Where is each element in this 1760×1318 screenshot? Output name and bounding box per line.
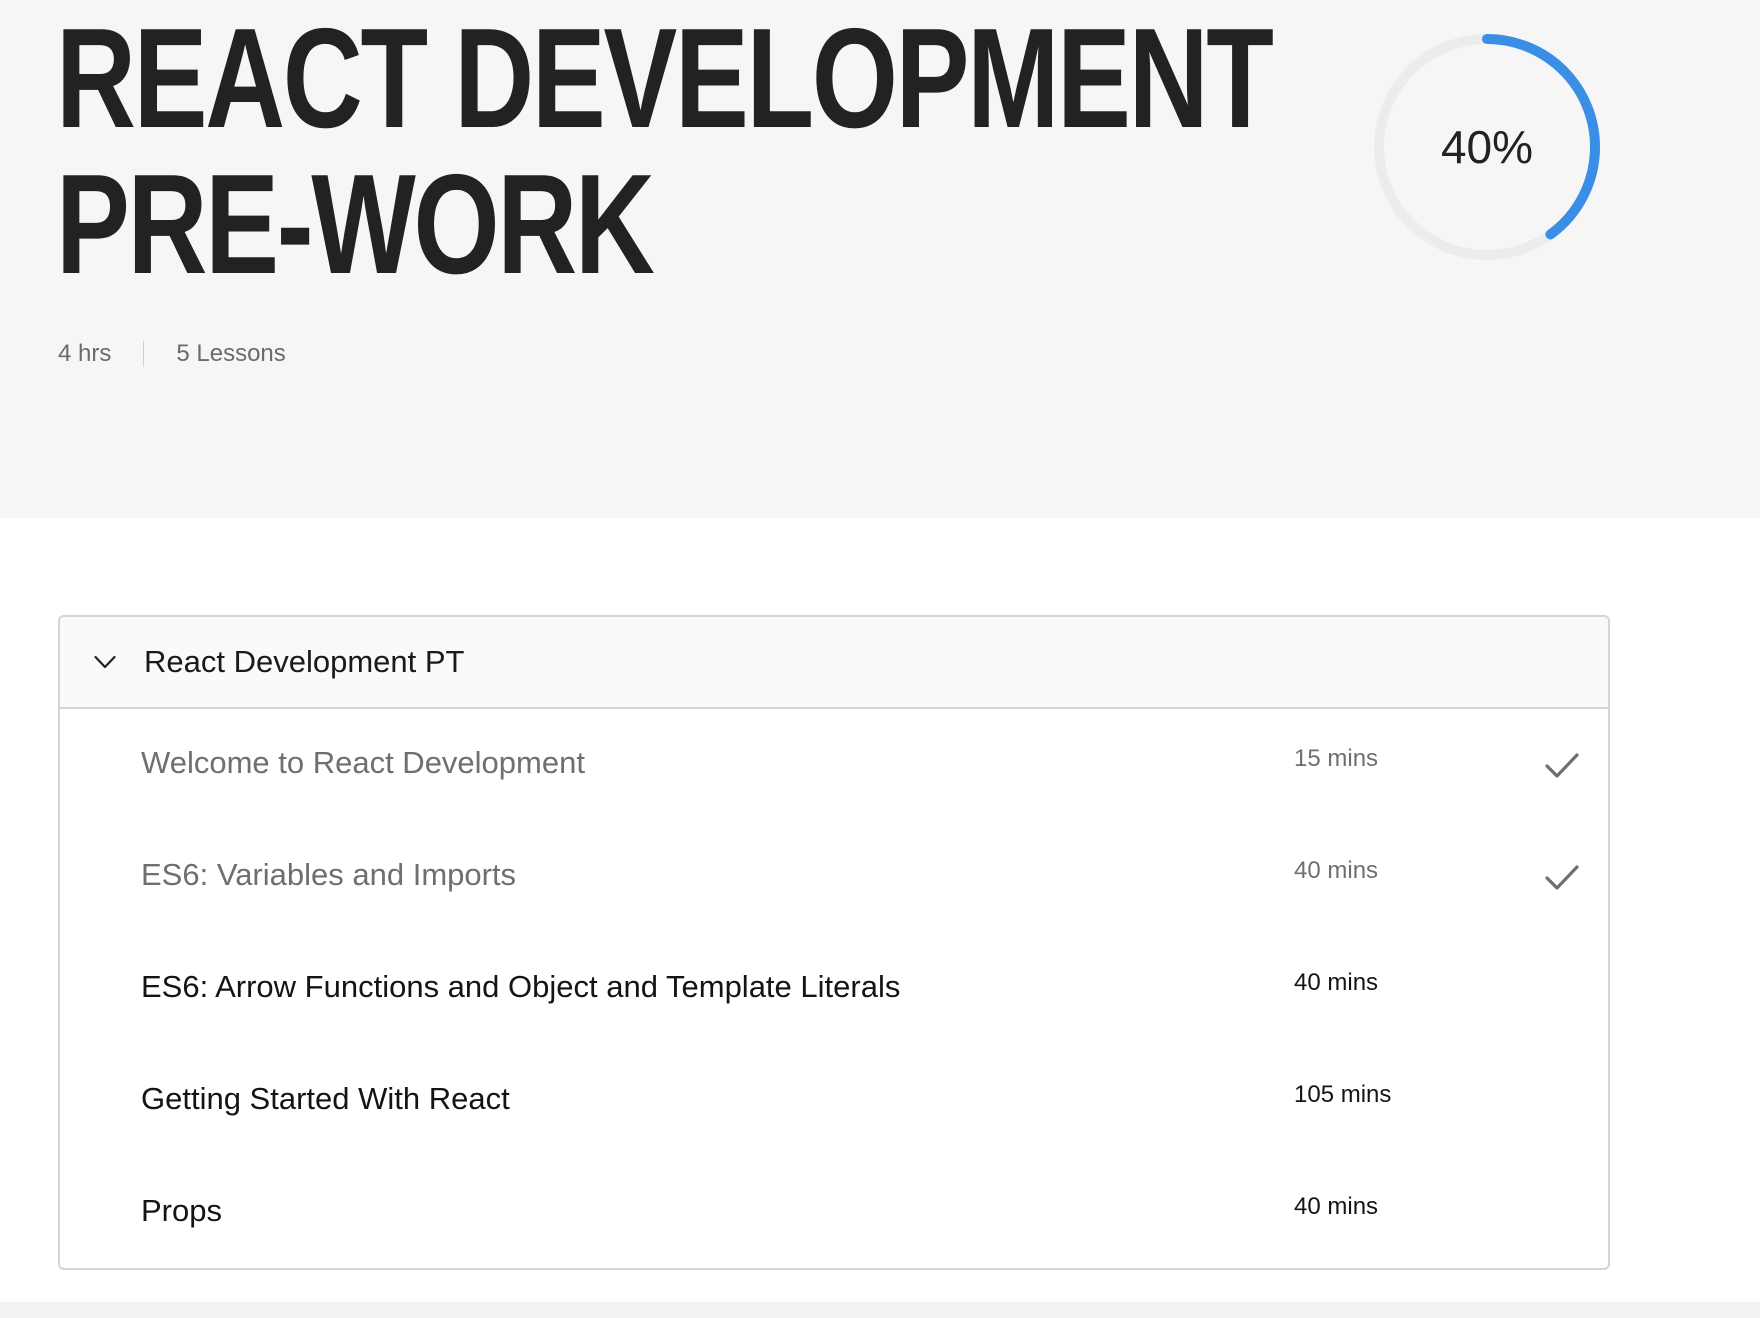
lesson-title[interactable]: ES6: Arrow Functions and Object and Temp…: [141, 969, 900, 1005]
course-meta: 4 hrs 5 Lessons: [58, 340, 286, 368]
course-title-line-1: REACT DEVELOPMENT: [56, 0, 1274, 158]
module-title: React Development PT: [144, 644, 465, 679]
lesson-row[interactable]: ES6: Variables and Imports 40 mins: [60, 821, 1608, 933]
lesson-duration: 40 mins: [1294, 1193, 1379, 1220]
lesson-row[interactable]: Welcome to React Development 15 mins: [60, 709, 1608, 821]
checkmark-icon: [1544, 751, 1580, 781]
lesson-row[interactable]: ES6: Arrow Functions and Object and Temp…: [60, 933, 1608, 1045]
course-lesson-count: 5 Lessons: [176, 340, 286, 367]
course-duration: 4 hrs: [58, 340, 112, 367]
progress-percent: 40%: [1440, 121, 1534, 173]
chevron-down-icon-graphic: [94, 655, 116, 669]
course-title-line-2: PRE-WORK: [56, 145, 655, 304]
checkmark-icon: [1544, 863, 1580, 893]
lesson-title[interactable]: Welcome to React Development: [141, 745, 585, 781]
chevron-down-icon[interactable]: [94, 651, 116, 673]
course-title: REACT DEVELOPMENT PRE-WORK: [56, 0, 1274, 304]
lesson-list: Welcome to React Development 15 mins ES6: …: [60, 709, 1608, 1268]
lesson-row[interactable]: Props 40 mins: [60, 1157, 1608, 1268]
page-footer-edge: [0, 1302, 1760, 1318]
module-panel: React Development PT Welcome to React De…: [58, 615, 1610, 1270]
lesson-duration: 40 mins: [1294, 857, 1379, 884]
lesson-duration: 40 mins: [1294, 969, 1379, 996]
lesson-duration: 15 mins: [1294, 745, 1379, 772]
lesson-duration: 105 mins: [1294, 1081, 1392, 1108]
progress-ring: 40%: [1356, 16, 1618, 278]
lesson-row[interactable]: Getting Started With React 105 mins: [60, 1045, 1608, 1157]
lesson-title[interactable]: ES6: Variables and Imports: [141, 857, 516, 893]
course-hero: REACT DEVELOPMENT PRE-WORK 4 hrs 5 Lesso…: [0, 0, 1760, 518]
lesson-title[interactable]: Props: [141, 1193, 222, 1229]
lesson-title[interactable]: Getting Started With React: [141, 1081, 510, 1117]
meta-divider: [143, 341, 145, 367]
module-header[interactable]: React Development PT: [60, 617, 1608, 709]
